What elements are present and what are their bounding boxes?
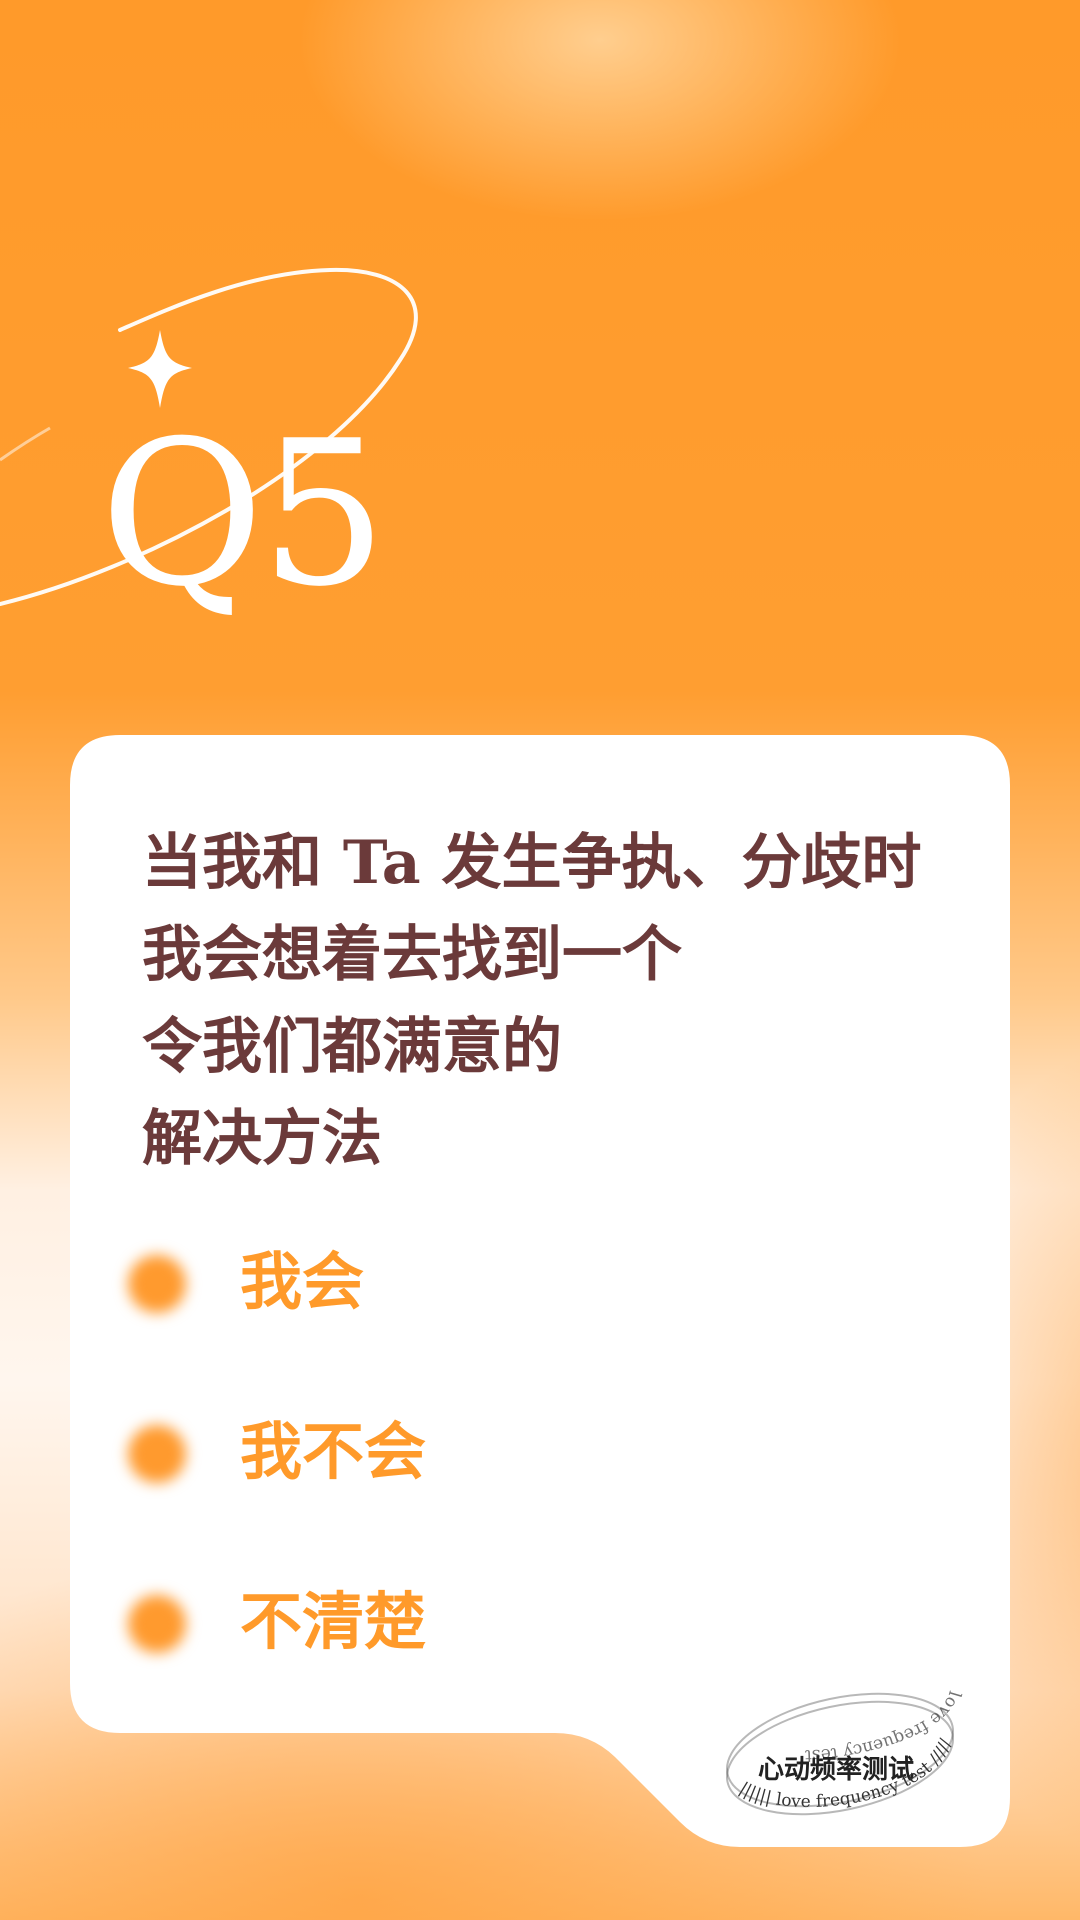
- question-text: 当我和 Ta 发生争执、分歧时 我会想着去找到一个 令我们都满意的 解决方法: [142, 817, 962, 1185]
- question-line: 令我们都满意的: [142, 1012, 562, 1082]
- love-frequency-test-stamp: love frequency test 心动频率测试 |||||| love f…: [700, 1650, 965, 1816]
- option-will[interactable]: 我会: [128, 1237, 728, 1327]
- question-line: 我会想着去找到一个: [142, 920, 682, 990]
- option-dot-icon: [128, 1255, 186, 1313]
- option-dot-icon: [128, 1595, 186, 1653]
- question-line: 当我和 Ta 发生争执、分歧时: [142, 828, 922, 898]
- option-will-not[interactable]: 我不会: [128, 1407, 728, 1497]
- question-line: 解决方法: [142, 1104, 382, 1174]
- option-label: 我会: [240, 1245, 365, 1318]
- option-label: 不清楚: [240, 1585, 427, 1658]
- option-not-sure[interactable]: 不清楚: [128, 1577, 728, 1667]
- sparkle-icon: [128, 330, 192, 408]
- option-label: 我不会: [240, 1415, 427, 1488]
- question-number: Q5: [100, 398, 387, 631]
- option-dot-icon: [128, 1425, 186, 1483]
